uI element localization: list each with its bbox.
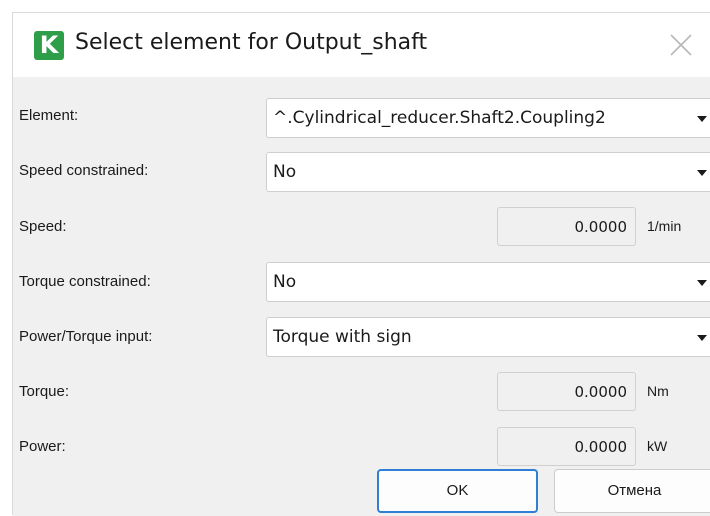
speed-unit: 1/min [647,218,682,234]
close-icon [670,34,692,56]
app-logo-icon: K [34,31,64,60]
chevron-down-icon [697,280,707,286]
torque-value: 0.0000 [574,383,628,401]
torque-constrained-label: Torque constrained: [19,273,151,290]
torque-field[interactable]: 0.0000 [497,372,636,411]
element-label: Element: [19,107,79,124]
power-value: 0.0000 [574,438,628,456]
cancel-button[interactable]: Отмена [554,469,710,513]
close-button[interactable] [663,28,699,62]
power-field[interactable]: 0.0000 [497,427,636,466]
power-torque-input-label: Power/Torque input: [19,328,153,345]
torque-unit: Nm [647,383,669,399]
element-select-value: ^.Cylindrical_reducer.Shaft2.Coupling2 [273,108,606,128]
power-torque-input-select[interactable]: Torque with sign [266,317,710,357]
speed-label: Speed: [19,218,67,235]
chevron-down-icon [697,116,707,122]
speed-constrained-select-value: No [273,162,297,182]
dialog-window: K Select element for Output_shaft Elemen… [12,12,710,516]
chevron-down-icon [697,170,707,176]
torque-constrained-select-value: No [273,272,297,292]
torque-label: Torque: [19,383,70,400]
dialog-title: Select element for Output_shaft [75,30,428,55]
chevron-down-icon [697,335,707,341]
element-select[interactable]: ^.Cylindrical_reducer.Shaft2.Coupling2 [266,98,710,138]
power-label: Power: [19,438,66,455]
power-unit: kW [647,438,668,454]
ok-button[interactable]: OK [377,469,538,513]
speed-constrained-label: Speed constrained: [19,162,149,179]
speed-field[interactable]: 0.0000 [497,207,636,246]
speed-constrained-select[interactable]: No [266,152,710,192]
title-bar[interactable]: K Select element for Output_shaft [13,13,710,77]
torque-constrained-select[interactable]: No [266,262,710,302]
speed-value: 0.0000 [574,218,628,236]
power-torque-input-select-value: Torque with sign [273,327,412,347]
dialog-content: Element: ^.Cylindrical_reducer.Shaft2.Co… [13,77,710,516]
